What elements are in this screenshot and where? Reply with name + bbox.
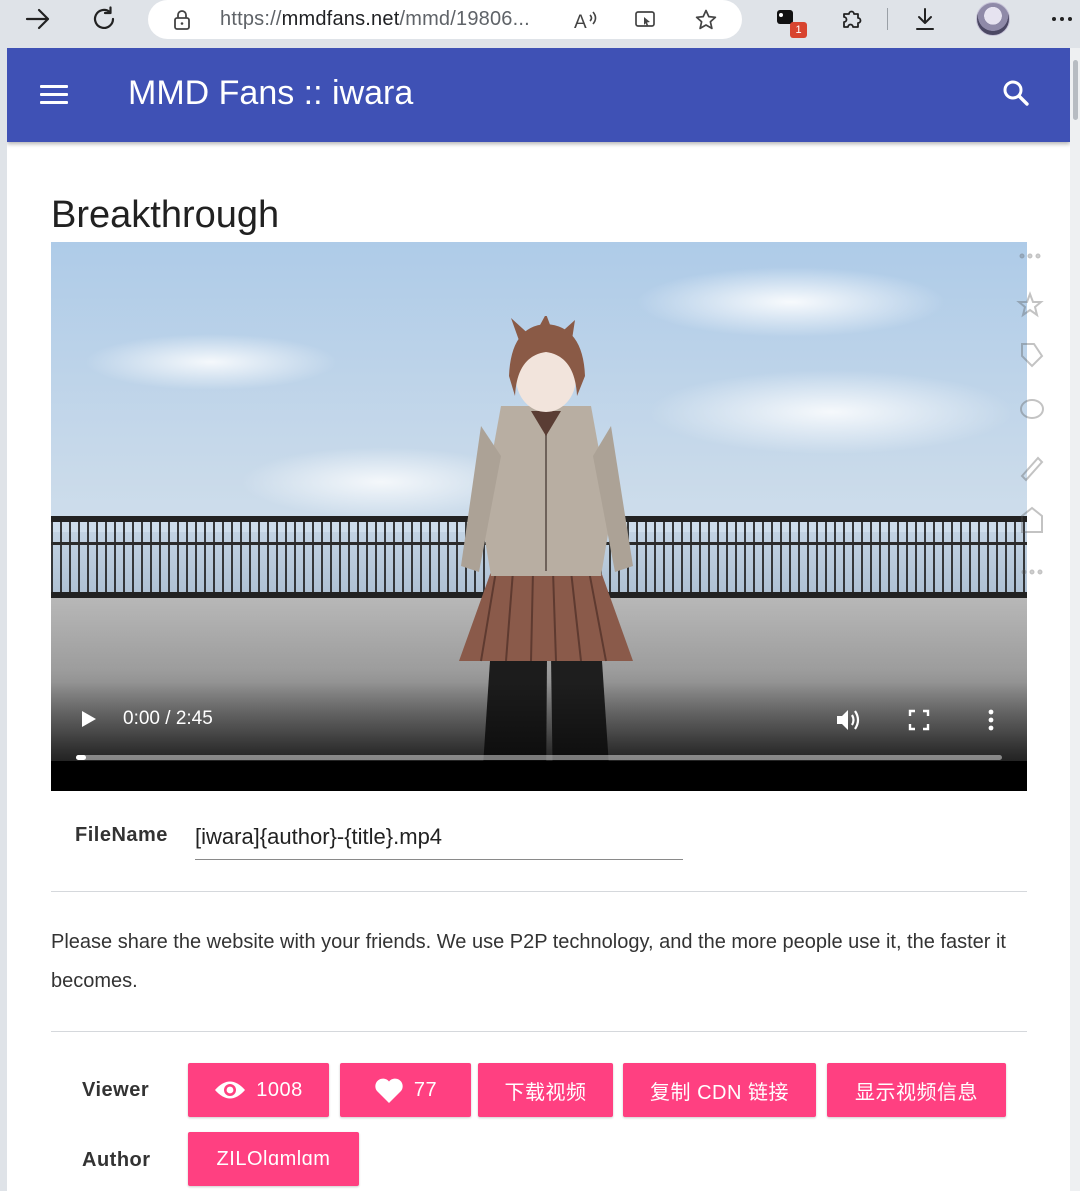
app-available-icon[interactable] — [632, 6, 660, 34]
url-path: /mmd/19806... — [399, 8, 530, 30]
author-button[interactable]: ZILOlɑmlɑm — [188, 1132, 359, 1186]
address-bar[interactable]: https://mmdfans.net/mmd/19806... A — [148, 0, 742, 39]
page: MMD Fans :: iwara Breakthrough 0:00 / 2:… — [7, 48, 1070, 1191]
extensions-puzzle-icon[interactable] — [835, 2, 869, 36]
divider — [51, 891, 1027, 892]
more-options-icon[interactable] — [1045, 2, 1079, 36]
app-title: MMD Fans :: iwara — [128, 74, 414, 112]
filename-label: FileName — [75, 824, 168, 846]
fullscreen-icon[interactable] — [906, 707, 932, 733]
heart-icon — [374, 1077, 404, 1104]
video-progress-bar[interactable] — [76, 755, 1002, 760]
browser-toolbar: https://mmdfans.net/mmd/19806... A 1 — [0, 0, 1080, 48]
url-domain: mmdfans.net — [281, 8, 400, 30]
filename-input[interactable] — [195, 814, 683, 860]
favorite-star-icon[interactable] — [692, 6, 720, 34]
volume-icon[interactable] — [834, 706, 862, 734]
copy-cdn-link-button[interactable]: 复制 CDN 链接 — [623, 1063, 816, 1117]
views-button[interactable]: 1008 — [188, 1063, 329, 1117]
profile-avatar[interactable] — [976, 2, 1010, 36]
video-progress-fill — [76, 755, 86, 760]
video-player[interactable]: 0:00 / 2:45 — [51, 242, 1027, 791]
likes-button[interactable]: 77 — [340, 1063, 471, 1117]
share-message: Please share the website with your frien… — [51, 931, 1006, 992]
page-scrollbar[interactable] — [1070, 48, 1080, 1191]
video-time: 0:00 / 2:45 — [123, 708, 213, 729]
download-video-button[interactable]: 下载视频 — [478, 1063, 613, 1117]
forward-icon[interactable] — [21, 2, 55, 36]
likes-count: 77 — [413, 1078, 438, 1101]
play-icon[interactable] — [79, 709, 99, 729]
views-count: 1008 — [256, 1078, 303, 1101]
toolbar-separator — [887, 8, 888, 30]
page-scrollbar-thumb[interactable] — [1073, 60, 1078, 120]
video-title: Breakthrough — [51, 194, 280, 236]
read-aloud-icon[interactable]: A — [572, 6, 600, 34]
url-text[interactable]: https://mmdfans.net/mmd/19806... — [220, 8, 530, 31]
video-more-options-icon[interactable] — [979, 706, 1003, 734]
app-bar: MMD Fans :: iwara — [7, 48, 1070, 142]
side-tools-rail — [1016, 253, 1044, 575]
viewer-label: Viewer — [82, 1079, 150, 1101]
lock-icon[interactable] — [172, 9, 192, 36]
downloads-icon[interactable] — [908, 2, 942, 36]
search-icon[interactable] — [999, 76, 1033, 110]
svg-text:A: A — [574, 12, 587, 31]
url-prefix: https:// — [220, 8, 282, 30]
video-controls-bar — [51, 761, 1027, 791]
hamburger-menu-icon[interactable] — [37, 81, 71, 109]
author-label: Author — [82, 1149, 151, 1171]
divider — [51, 1031, 1027, 1032]
refresh-icon[interactable] — [87, 2, 121, 36]
show-video-info-button[interactable]: 显示视频信息 — [827, 1063, 1006, 1117]
eye-icon — [214, 1079, 246, 1101]
extension-badge: 1 — [790, 22, 807, 38]
